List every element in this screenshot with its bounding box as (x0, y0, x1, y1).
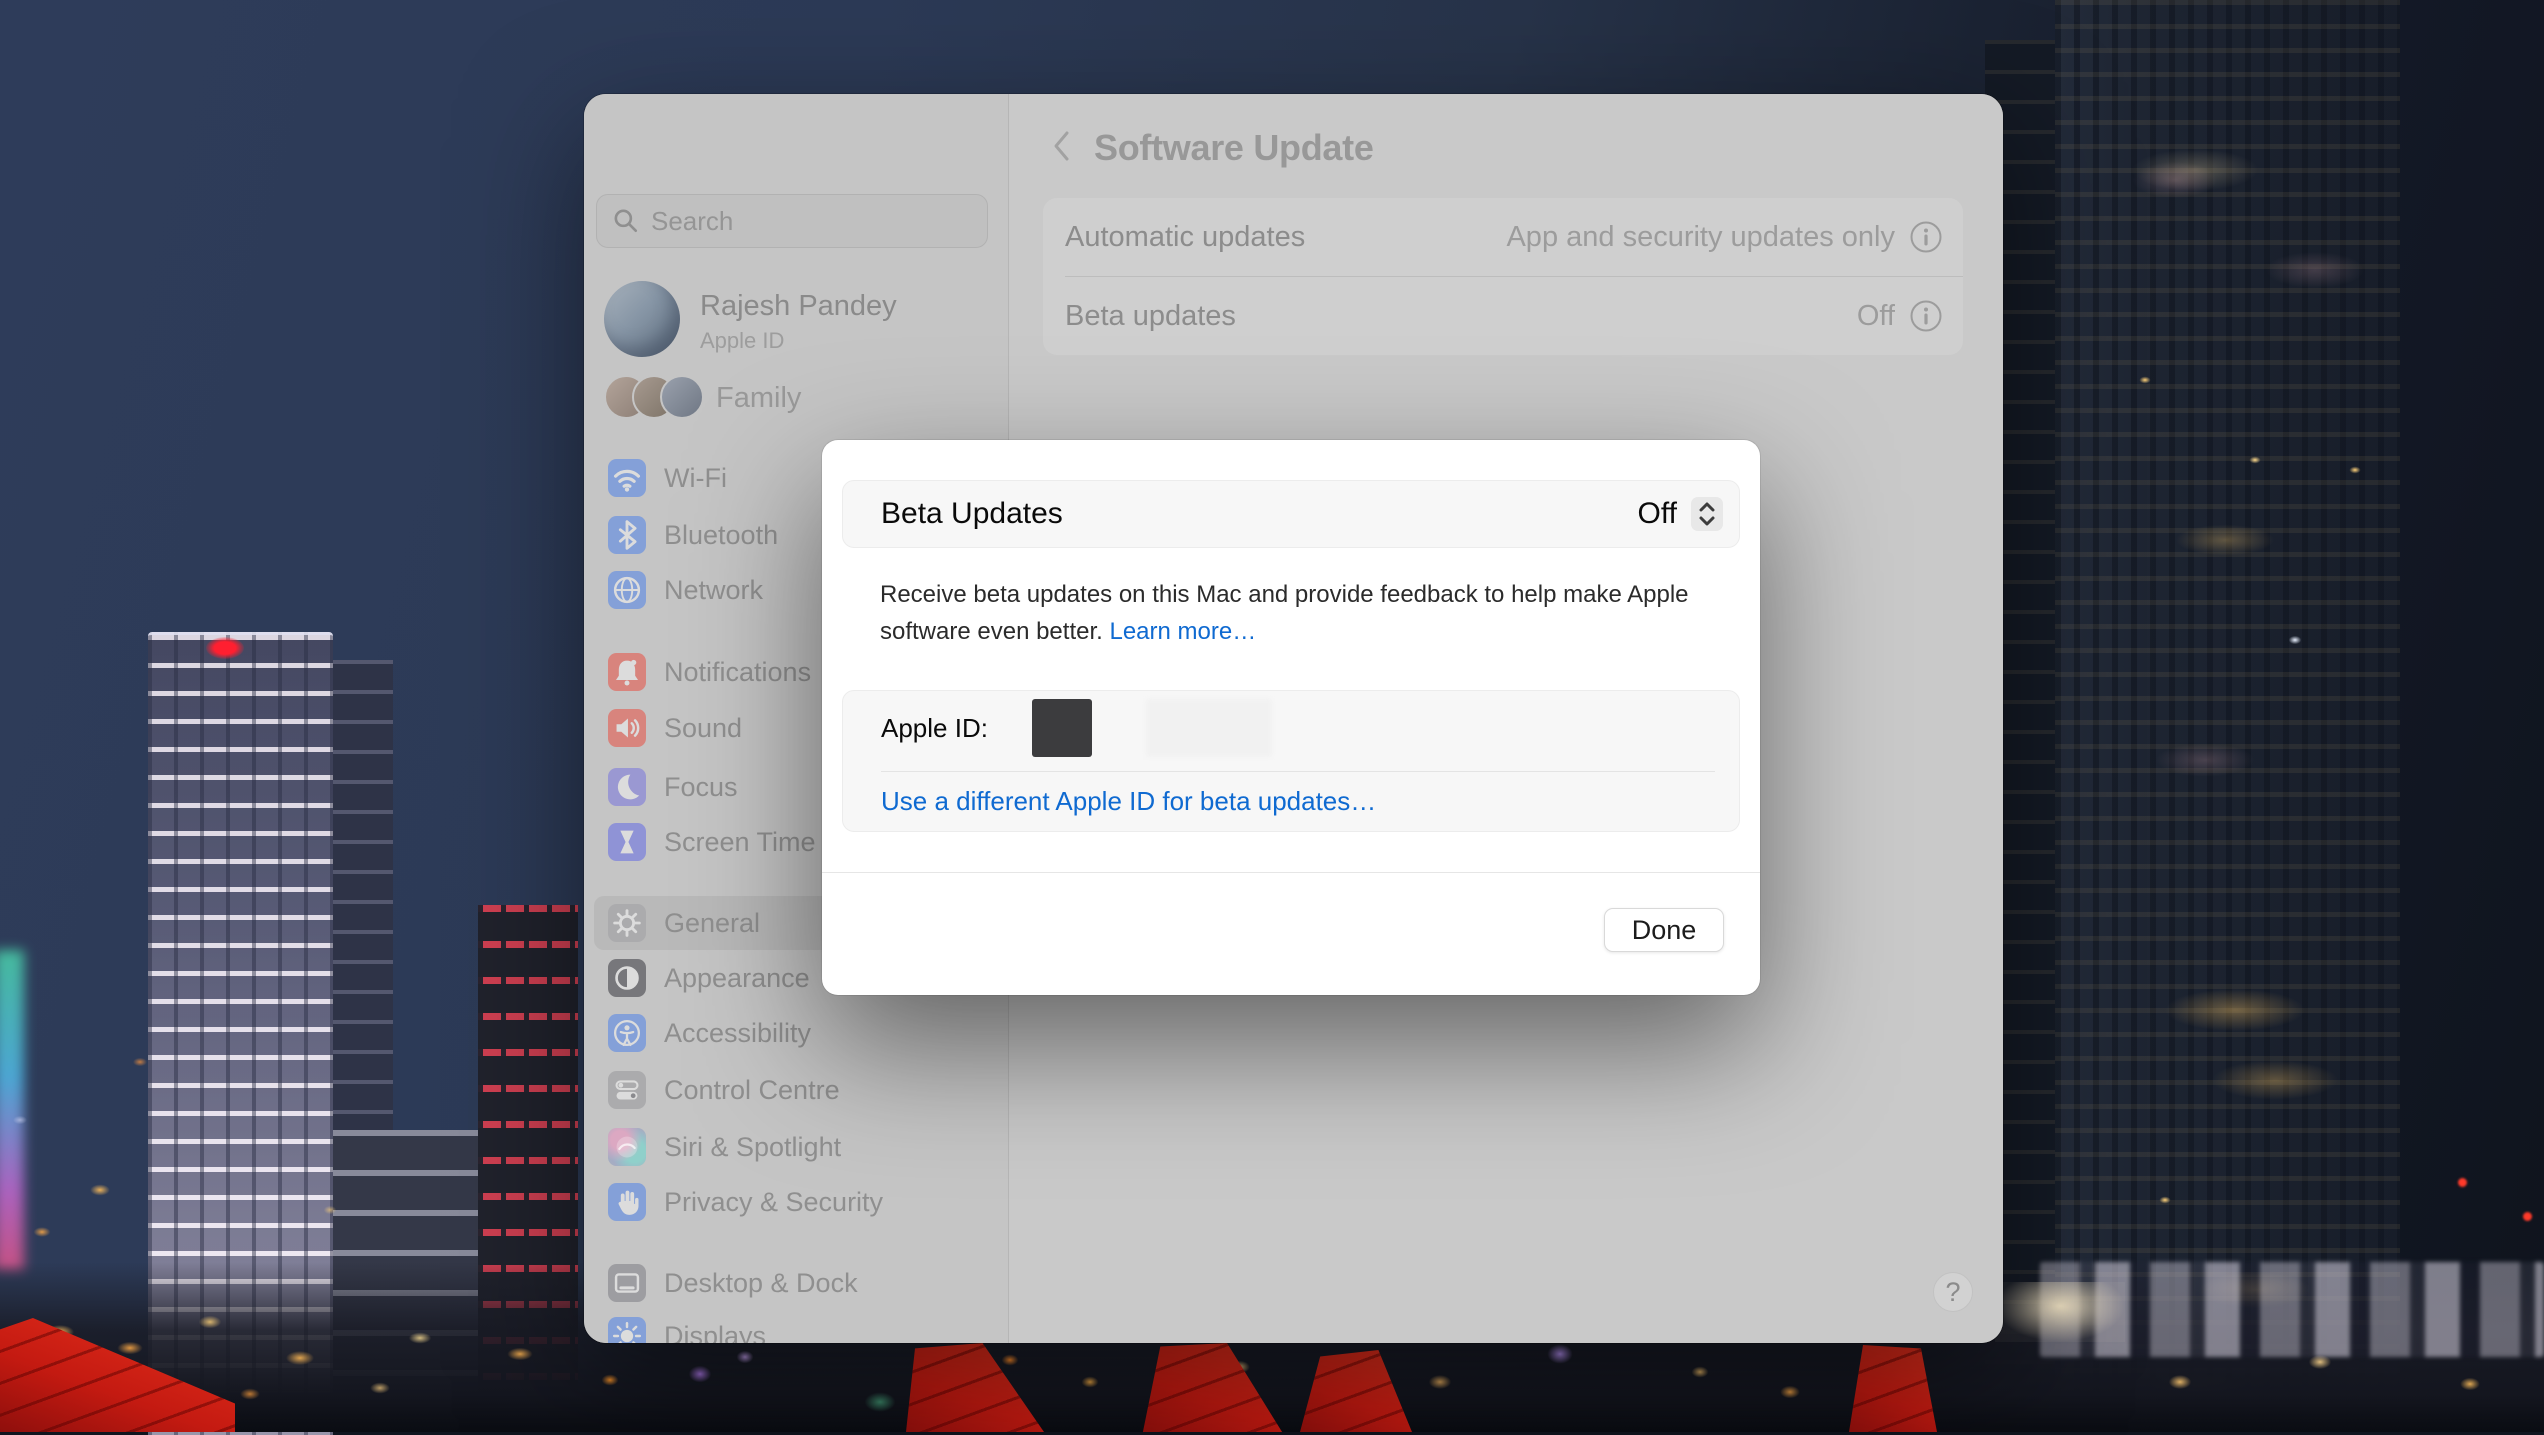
beta-updates-value: Off (1638, 497, 1677, 531)
wallpaper-pavilion (1995, 1282, 2125, 1342)
search-placeholder: Search (651, 206, 733, 237)
dialog-title: Beta Updates (881, 497, 1063, 531)
globe-icon (608, 571, 646, 609)
wallpaper-red-lamp (206, 637, 244, 659)
speaker-icon (608, 709, 646, 747)
hourglass-icon (608, 823, 646, 861)
avatar[interactable] (604, 281, 680, 357)
beta-updates-popup-button[interactable] (1691, 497, 1723, 531)
wallpaper-ifc-tower (2055, 0, 2400, 1432)
apple-id-label: Apple ID: (881, 713, 988, 744)
apple-id-card: Apple ID: Use a different Apple ID for b… (842, 690, 1740, 832)
beta-updates-row[interactable]: Beta updates Off (1043, 277, 1963, 355)
family-label[interactable]: Family (716, 382, 801, 415)
moon-icon (608, 768, 646, 806)
learn-more-link[interactable]: Learn more… (1109, 618, 1256, 645)
profile-name[interactable]: Rajesh Pandey (700, 290, 897, 323)
wallpaper-aviation-light (2523, 1212, 2532, 1221)
beta-updates-setting-row: Beta Updates Off (842, 480, 1740, 548)
automatic-updates-row[interactable]: Automatic updates App and security updat… (1043, 198, 1963, 276)
sidebar-item-displays[interactable]: Displays (594, 1309, 998, 1343)
bell-icon (608, 653, 646, 691)
sidebar-item-control-centre[interactable]: Control Centre (594, 1063, 998, 1117)
software-update-card: Automatic updates App and security updat… (1043, 198, 1963, 355)
page-title: Software Update (1094, 127, 1374, 169)
gear-icon (608, 904, 646, 942)
sidebar-item-siri-spotlight[interactable]: Siri & Spotlight (594, 1120, 998, 1174)
beta-updates-dialog: Beta Updates Off Receive beta updates on… (822, 440, 1760, 995)
family-avatar[interactable] (660, 375, 704, 419)
chevron-up-down-icon (1695, 500, 1719, 528)
redacted-apple-id-faint (1146, 699, 1272, 757)
toggles-icon (608, 1071, 646, 1109)
siri-icon (608, 1128, 646, 1166)
question-mark-icon: ? (1945, 1277, 1960, 1308)
info-icon[interactable] (1909, 299, 1943, 333)
wallpaper-aviation-light (2458, 1178, 2467, 1187)
search-input[interactable]: Search (596, 194, 988, 248)
contrast-icon (608, 959, 646, 997)
search-icon (611, 206, 641, 236)
help-button[interactable]: ? (1933, 1272, 1973, 1312)
accessibility-icon (608, 1014, 646, 1052)
dock-icon (608, 1264, 646, 1302)
wifi-icon (608, 459, 646, 497)
hand-icon (608, 1183, 646, 1221)
wallpaper-left-lights (0, 1000, 600, 1262)
info-icon[interactable] (1909, 220, 1943, 254)
bluetooth-icon (608, 516, 646, 554)
chevron-left-icon (1052, 129, 1072, 163)
redacted-apple-id (1032, 699, 1092, 757)
dialog-description: Receive beta updates on this Mac and pro… (880, 576, 1732, 650)
back-button[interactable] (1042, 124, 1082, 168)
divider (881, 771, 1715, 772)
sidebar-item-desktop-dock[interactable]: Desktop & Dock (594, 1256, 998, 1310)
sidebar-item-accessibility[interactable]: Accessibility (594, 1006, 998, 1060)
sidebar-item-privacy-security[interactable]: Privacy & Security (594, 1175, 998, 1229)
dialog-footer-divider (822, 872, 1760, 873)
use-different-apple-id-link[interactable]: Use a different Apple ID for beta update… (881, 786, 1376, 817)
brightness-icon (608, 1317, 646, 1343)
done-button[interactable]: Done (1604, 908, 1724, 952)
profile-subtitle: Apple ID (700, 328, 784, 354)
